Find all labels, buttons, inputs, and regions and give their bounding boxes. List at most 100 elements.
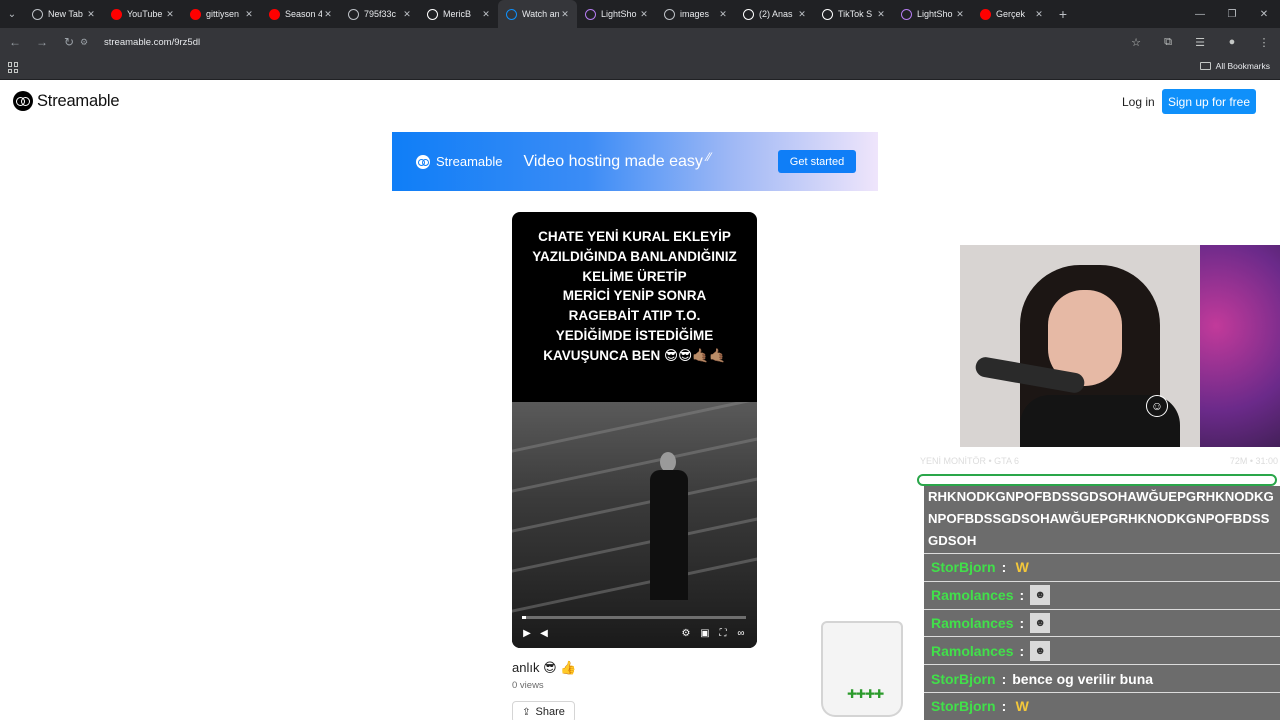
- tiktok-icon: [427, 8, 438, 20]
- browser-tab[interactable]: MericB ✕: [419, 0, 498, 28]
- chat-separator: :: [1001, 698, 1007, 715]
- chat-spam-message: RHKNODKGNPOFBDSSGDSOHAWĞUEPGRHKNODKGNPOF…: [924, 486, 1280, 554]
- tab-close-icon[interactable]: ✕: [954, 9, 966, 20]
- tab-search-icon[interactable]: ⌄: [0, 0, 24, 28]
- browser-tab[interactable]: YouTube ✕: [103, 0, 182, 28]
- streamable-icon: [506, 8, 517, 20]
- bookmarks-bar: All Bookmarks: [0, 56, 1280, 80]
- menu-icon[interactable]: ⋮: [1252, 30, 1276, 54]
- tab-close-icon[interactable]: ✕: [322, 9, 334, 20]
- reading-list-icon[interactable]: ☰: [1188, 30, 1212, 54]
- browser-tab[interactable]: Season 4 ✕: [261, 0, 340, 28]
- video-caption: CHATE YENİ KURAL EKLEYİP YAZILDIĞINDA BA…: [532, 229, 737, 363]
- globe-icon: [664, 8, 675, 20]
- tab-close-icon[interactable]: ✕: [796, 9, 808, 20]
- tab-label: New Tab: [48, 9, 83, 19]
- chat-username: StorBjorn: [931, 698, 996, 715]
- tab-close-icon[interactable]: ✕: [401, 9, 413, 20]
- browser-tab[interactable]: New Tab ✕: [24, 0, 103, 28]
- forward-icon[interactable]: →: [30, 30, 54, 54]
- all-bookmarks-button[interactable]: All Bookmarks: [1199, 61, 1270, 71]
- tab-close-icon[interactable]: ✕: [875, 9, 887, 20]
- back-icon[interactable]: ←: [3, 30, 27, 54]
- browser-tab[interactable]: LightSho ✕: [893, 0, 972, 28]
- settings-icon[interactable]: ⚙: [679, 626, 693, 640]
- bookmark-star-icon[interactable]: ☆: [1124, 30, 1148, 54]
- pip-icon[interactable]: ▣: [698, 626, 712, 640]
- extensions-icon[interactable]: ⧉: [1156, 30, 1180, 54]
- profile-icon[interactable]: ●: [1220, 30, 1244, 54]
- tab-close-icon[interactable]: ✕: [638, 9, 650, 20]
- apps-grid-icon[interactable]: [8, 62, 19, 73]
- video-progress-bar[interactable]: [522, 616, 746, 619]
- tab-close-icon[interactable]: ✕: [243, 9, 255, 20]
- video-progress-fill: [522, 616, 527, 619]
- tab-label: YouTube: [127, 9, 163, 19]
- new-tab-button[interactable]: +: [1051, 6, 1075, 22]
- browser-tab[interactable]: TikTok S ✕: [814, 0, 893, 28]
- window-controls: — ❐ ✕: [1184, 0, 1280, 28]
- x-icon: [743, 8, 754, 20]
- logo-text: Streamable: [37, 91, 120, 110]
- tab-strip: ⌄ New Tab ✕ YouTube ✕ gittiysen ✕ Season 4 ✕ 795…: [0, 0, 1280, 28]
- all-bookmarks-label: All Bookmarks: [1215, 61, 1270, 71]
- tab-close-icon[interactable]: ✕: [480, 9, 492, 20]
- smiley-icon: ☺: [1146, 395, 1168, 417]
- youtube-icon: [111, 8, 122, 20]
- stream-stats: 72M • 31:00: [1229, 456, 1278, 466]
- browser-tab[interactable]: gittiysen ✕: [182, 0, 261, 28]
- chat-message: Ramolances: ☻: [924, 637, 1280, 666]
- volume-icon[interactable]: ◀: [537, 626, 551, 640]
- reload-icon[interactable]: ↻: [57, 30, 81, 54]
- browser-tab[interactable]: (2) Anas ✕: [735, 0, 814, 28]
- chat-separator: :: [1019, 587, 1025, 604]
- tab-list: New Tab ✕ YouTube ✕ gittiysen ✕ Season 4 ✕ 795f3…: [24, 0, 1051, 28]
- fullscreen-icon[interactable]: ⛶: [716, 626, 730, 640]
- signup-button[interactable]: Sign up for free: [1162, 89, 1256, 114]
- browser-tab[interactable]: LightSho ✕: [577, 0, 656, 28]
- login-link[interactable]: Log in: [1122, 95, 1155, 109]
- chat-separator: :: [1019, 642, 1025, 659]
- face-emote-icon: ☻: [1030, 612, 1051, 633]
- chat-separator: :: [1019, 614, 1025, 631]
- clover-decoration: ✚✚✚✚: [847, 687, 884, 701]
- video-player[interactable]: CHATE YENİ KURAL EKLEYİP YAZILDIĞINDA BA…: [512, 212, 757, 648]
- browser-tab[interactable]: Watch an ✕: [498, 0, 577, 28]
- browser-tab[interactable]: images ✕: [656, 0, 735, 28]
- tab-close-icon[interactable]: ✕: [559, 9, 571, 20]
- tab-label: 795f33c: [364, 9, 397, 19]
- tab-close-icon[interactable]: ✕: [164, 9, 176, 20]
- minimize-icon[interactable]: —: [1184, 0, 1216, 28]
- video-frame: [512, 402, 757, 648]
- restore-icon[interactable]: ❐: [1216, 0, 1248, 28]
- site-info-icon[interactable]: ⚙: [80, 37, 96, 48]
- promo-banner[interactable]: Streamable Video hosting made easy ⁄⁄ Ge…: [392, 132, 878, 191]
- chat-text: bence og verilir buna: [1012, 670, 1154, 687]
- chat-username: Ramolances: [931, 642, 1014, 659]
- streamable-logo[interactable]: Streamable: [13, 91, 120, 111]
- chat-username: Ramolances: [931, 614, 1014, 631]
- streamable-player-icon[interactable]: ∞: [734, 626, 748, 640]
- sparkle-icon: ⁄⁄: [706, 149, 711, 164]
- tab-close-icon[interactable]: ✕: [1033, 9, 1045, 20]
- chat-username: StorBjorn: [931, 559, 996, 576]
- browser-toolbar: ← → ↻ ⚙ streamable.com/9rz5dl ☆ ⧉ ☰ ● ⋮: [0, 28, 1280, 56]
- share-button[interactable]: ⇪ Share: [512, 701, 575, 720]
- play-icon[interactable]: ▶: [520, 626, 534, 640]
- tab-label: TikTok S: [838, 9, 873, 19]
- lightshot-icon: [585, 8, 596, 20]
- globe-icon: [348, 8, 359, 20]
- tab-label: LightSho: [601, 9, 637, 19]
- browser-tab[interactable]: Gerçek ✕: [972, 0, 1051, 28]
- chat-username: StorBjorn: [931, 670, 996, 687]
- chat-message: StorBjorn: bence og verilir buna: [924, 665, 1280, 693]
- share-label: Share: [535, 706, 565, 718]
- address-bar[interactable]: ⚙ streamable.com/9rz5dl: [80, 31, 1160, 53]
- chat-message: Ramolances: ☻: [924, 582, 1280, 610]
- close-window-icon[interactable]: ✕: [1248, 0, 1280, 28]
- browser-tab[interactable]: 795f33c ✕: [340, 0, 419, 28]
- tab-close-icon[interactable]: ✕: [85, 9, 97, 20]
- tab-close-icon[interactable]: ✕: [717, 9, 729, 20]
- get-started-button[interactable]: Get started: [778, 150, 856, 173]
- tab-label: Gerçek: [996, 9, 1026, 19]
